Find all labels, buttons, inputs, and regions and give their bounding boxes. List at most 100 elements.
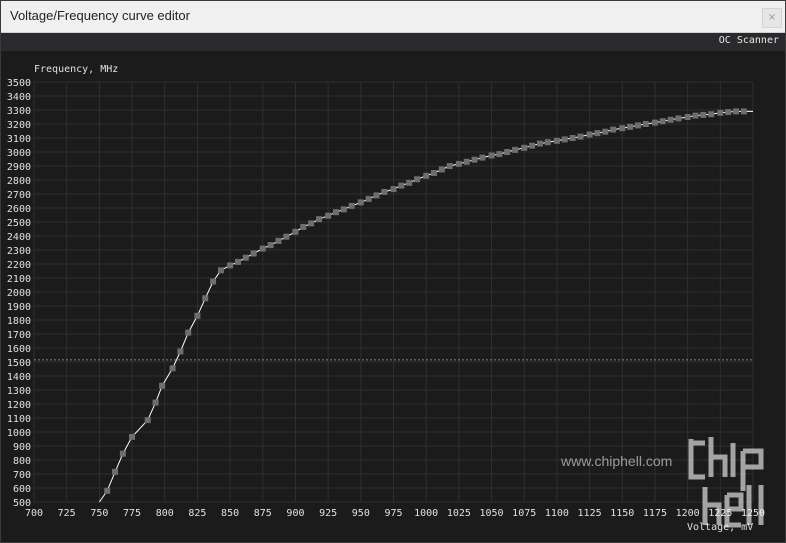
curve-point[interactable] xyxy=(259,245,266,252)
toolbar: OC Scanner xyxy=(1,33,785,51)
curve-point[interactable] xyxy=(414,176,421,183)
x-tick-label: 775 xyxy=(123,508,141,519)
curve-point[interactable] xyxy=(717,109,724,116)
curve-point[interactable] xyxy=(242,254,249,261)
curve-point[interactable] xyxy=(471,156,478,163)
x-tick-label: 1175 xyxy=(643,508,667,519)
curve-point[interactable] xyxy=(659,118,666,125)
curve-point[interactable] xyxy=(521,144,528,151)
curve-point[interactable] xyxy=(488,152,495,159)
curve-point[interactable] xyxy=(725,109,732,116)
curve-point[interactable] xyxy=(553,137,560,144)
curve-point[interactable] xyxy=(496,151,503,158)
curve-point[interactable] xyxy=(406,179,413,186)
curve-point[interactable] xyxy=(348,202,355,209)
curve-point[interactable] xyxy=(675,115,682,122)
curve-point[interactable] xyxy=(733,108,740,115)
oc-scanner-button[interactable]: OC Scanner xyxy=(719,35,779,46)
curve-point[interactable] xyxy=(373,192,380,199)
curve-point[interactable] xyxy=(267,242,274,249)
y-tick-label: 2100 xyxy=(7,274,31,285)
curve-point[interactable] xyxy=(529,142,536,149)
y-tick-label: 1500 xyxy=(7,358,31,369)
x-tick-label: 950 xyxy=(352,508,370,519)
chiphell-logo xyxy=(688,437,764,528)
curve-point[interactable] xyxy=(300,223,307,230)
x-tick-label: 1050 xyxy=(479,508,503,519)
curve-point[interactable] xyxy=(446,163,453,169)
curve-point[interactable] xyxy=(577,133,584,140)
curve-point[interactable] xyxy=(544,139,551,146)
y-tick-label: 3400 xyxy=(7,92,31,103)
curve-point[interactable] xyxy=(104,487,111,494)
curve-point[interactable] xyxy=(129,433,136,440)
curve-point[interactable] xyxy=(169,365,176,372)
y-tick-label: 1800 xyxy=(7,316,31,327)
close-button[interactable]: × xyxy=(762,8,782,28)
curve-point[interactable] xyxy=(210,278,217,285)
curve-point[interactable] xyxy=(308,220,315,227)
curve-point[interactable] xyxy=(340,206,347,213)
curve-point[interactable] xyxy=(365,195,372,202)
curve-point[interactable] xyxy=(479,154,486,161)
curve-point[interactable] xyxy=(227,262,234,269)
curve-point[interactable] xyxy=(667,116,674,123)
curve-point[interactable] xyxy=(144,417,151,424)
y-tick-label: 1100 xyxy=(7,414,31,425)
x-tick-label: 1150 xyxy=(610,508,634,519)
curve-point[interactable] xyxy=(438,166,445,173)
curve-point[interactable] xyxy=(463,158,470,165)
curve-point[interactable] xyxy=(152,399,159,406)
curve-point[interactable] xyxy=(357,199,364,206)
title-bar[interactable]: Voltage/Frequency curve editor × xyxy=(1,1,785,33)
curve-point[interactable] xyxy=(283,233,290,240)
curve-point[interactable] xyxy=(684,114,691,120)
curve-point[interactable] xyxy=(512,146,519,153)
curve-point[interactable] xyxy=(250,250,257,257)
curve-point[interactable] xyxy=(708,111,715,118)
curve-point[interactable] xyxy=(390,186,397,193)
curve-point[interactable] xyxy=(423,172,430,179)
curve-point[interactable] xyxy=(634,122,641,129)
curve-point[interactable] xyxy=(627,123,634,130)
curve-point[interactable] xyxy=(275,237,282,244)
curve-point[interactable] xyxy=(602,128,609,135)
curve-point[interactable] xyxy=(504,149,511,155)
curve-point[interactable] xyxy=(202,295,209,302)
curve-point[interactable] xyxy=(651,119,658,126)
curve-point[interactable] xyxy=(315,216,322,223)
curve-point[interactable] xyxy=(455,160,462,167)
curve-point[interactable] xyxy=(692,112,699,119)
curve-point[interactable] xyxy=(194,312,201,319)
curve-point[interactable] xyxy=(381,188,388,195)
curve-point[interactable] xyxy=(217,267,224,274)
curve-point[interactable] xyxy=(642,121,649,127)
curve-point[interactable] xyxy=(700,111,707,118)
curve-point[interactable] xyxy=(159,382,166,389)
y-tick-label: 2200 xyxy=(7,260,31,271)
curve-point[interactable] xyxy=(185,329,192,336)
curve-point[interactable] xyxy=(594,130,601,137)
y-tick-label: 2500 xyxy=(7,218,31,229)
y-tick-label: 1300 xyxy=(7,386,31,397)
curve-point[interactable] xyxy=(332,209,339,216)
y-tick-label: 2400 xyxy=(7,232,31,243)
curve-point[interactable] xyxy=(536,140,543,147)
curve-point[interactable] xyxy=(586,131,593,138)
curve-point[interactable] xyxy=(292,228,299,235)
curve-point[interactable] xyxy=(610,126,617,133)
curve-point[interactable] xyxy=(177,348,184,355)
curve-point[interactable] xyxy=(431,170,438,176)
curve-point[interactable] xyxy=(398,182,405,189)
curve-point[interactable] xyxy=(561,136,568,143)
curve-point[interactable] xyxy=(569,135,576,141)
x-tick-label: 700 xyxy=(25,508,43,519)
watermark-url: www.chiphell.com xyxy=(561,453,673,469)
x-tick-label: 800 xyxy=(156,508,174,519)
curve-point[interactable] xyxy=(740,108,747,115)
curve-point[interactable] xyxy=(119,450,126,457)
curve-point[interactable] xyxy=(234,258,241,265)
curve-point[interactable] xyxy=(619,125,626,132)
curve-point[interactable] xyxy=(112,468,119,475)
curve-point[interactable] xyxy=(325,212,332,219)
